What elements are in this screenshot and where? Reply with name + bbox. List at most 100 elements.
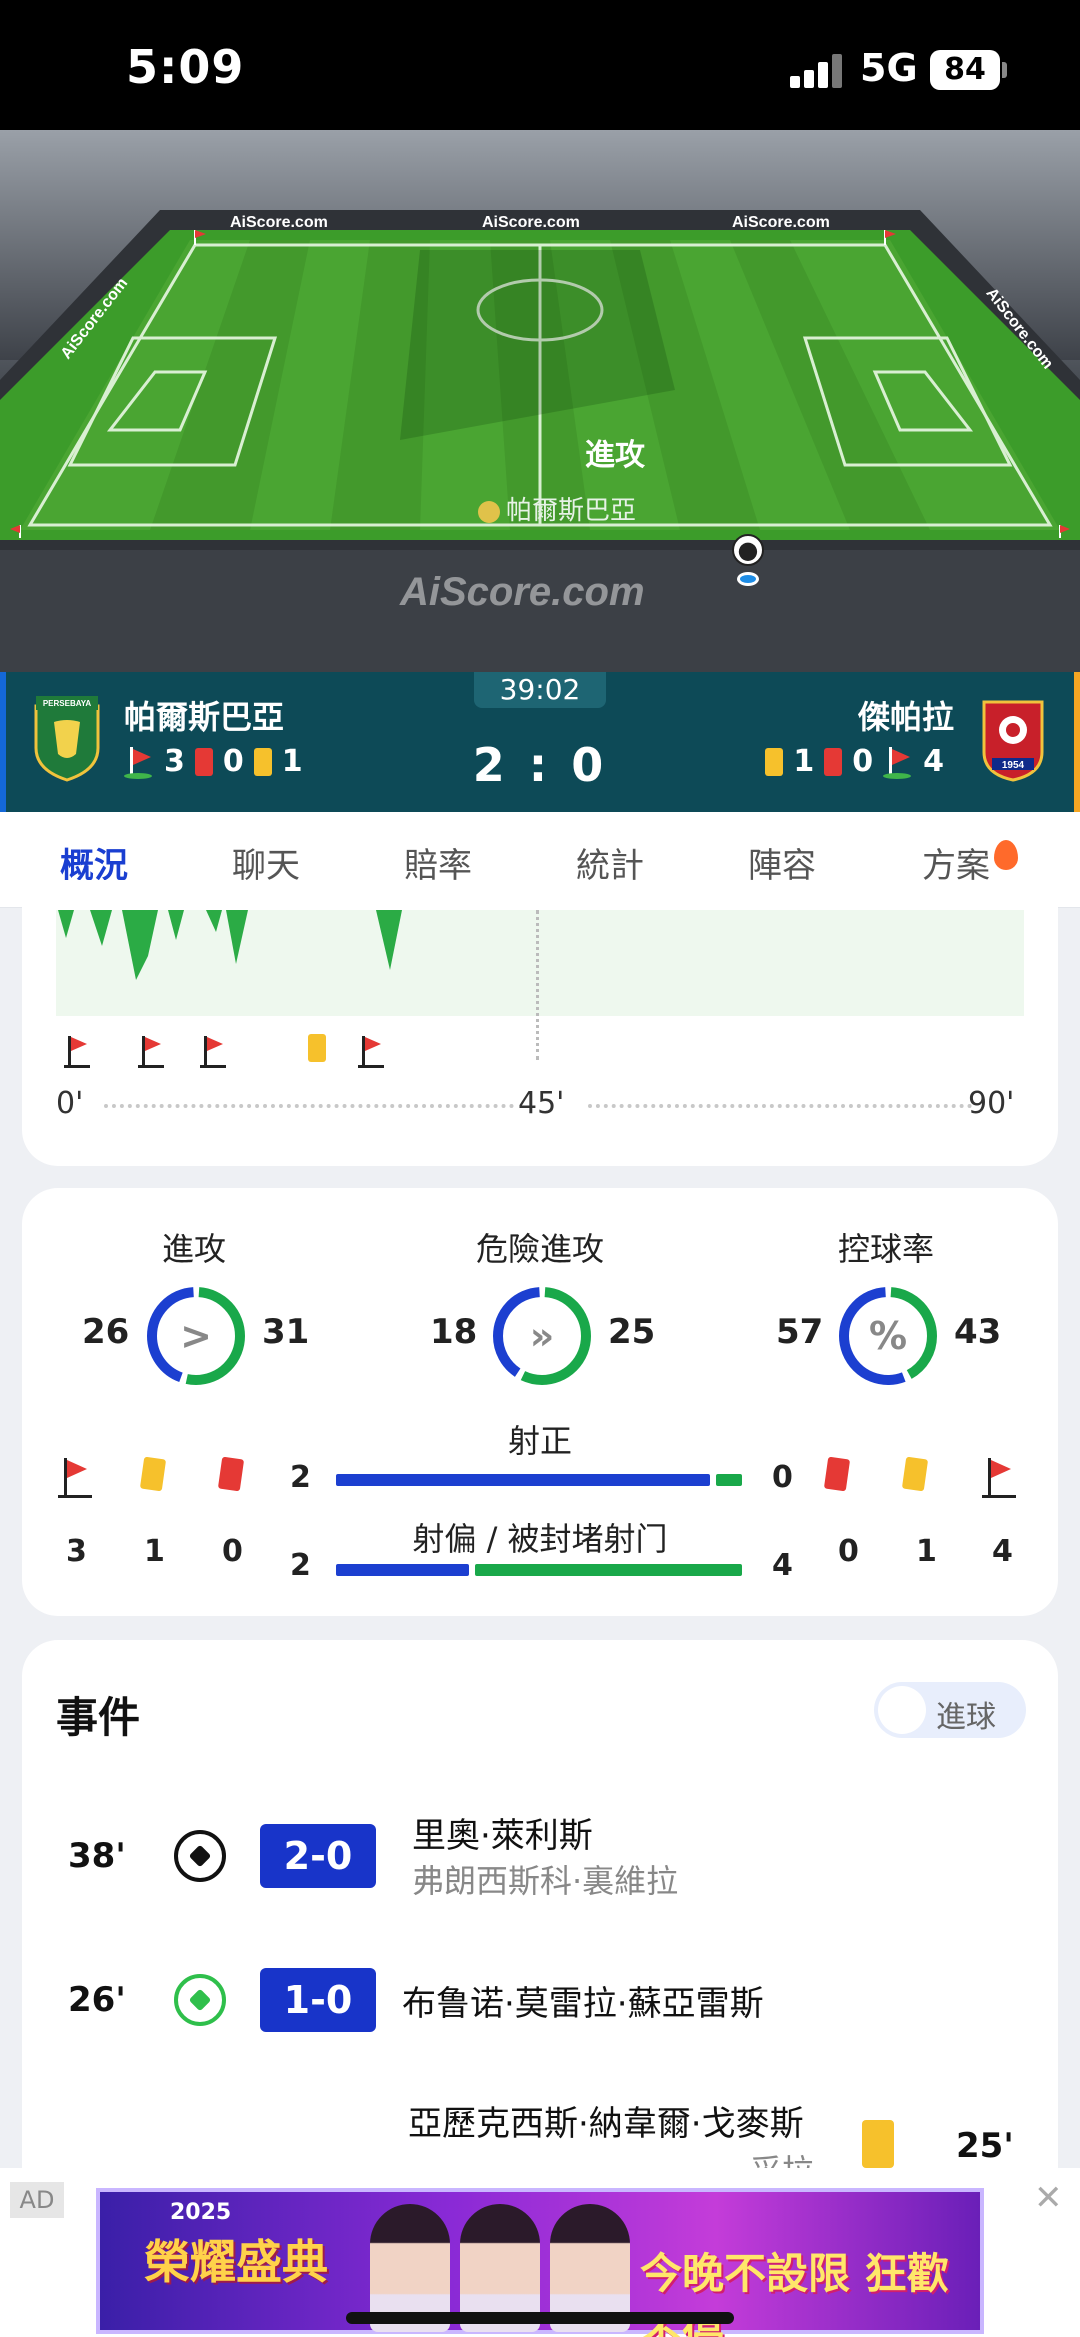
home-indicator[interactable] [346, 2312, 734, 2324]
on-target-home: 2 [290, 1460, 311, 1495]
red-card-icon [194, 747, 213, 776]
on-target-away: 0 [772, 1460, 793, 1495]
timeline-corner-icon [138, 1036, 166, 1068]
team-crest-icon [478, 500, 500, 523]
axis-dots [588, 1104, 972, 1108]
axis-end-label: 90' [968, 1086, 1015, 1121]
match-clock: 39:02 [474, 672, 606, 708]
bar-away-segment [716, 1474, 742, 1486]
off-target-home: 2 [290, 1548, 311, 1583]
event-score-badge: 1-0 [260, 1968, 376, 2032]
away-yellow-cards: 1 [793, 744, 815, 779]
live-pitch[interactable]: AiScore.com AiScore.com AiScore.com AiSc… [0, 130, 1080, 672]
red-card-icon [823, 1456, 851, 1492]
goal-ball-icon [174, 1830, 226, 1882]
away-corners: 4 [923, 744, 944, 779]
away-crest-text: 1954 [1002, 760, 1025, 771]
event-minute: 38' [68, 1836, 126, 1876]
away-color-edge [1074, 672, 1080, 812]
ball-position-marker [737, 572, 759, 586]
attack-state-label: 進攻 [585, 438, 645, 473]
fire-icon [994, 840, 1018, 870]
away-team-name[interactable]: 傑帕拉 [858, 692, 954, 738]
close-icon[interactable]: ✕ [1034, 2178, 1063, 2218]
momentum-card: 0' 45' 90' [22, 880, 1058, 1166]
off-target-bar [336, 1564, 742, 1576]
home-red-cards: 0 [222, 744, 244, 779]
axis-half-label: 45' [518, 1086, 565, 1121]
away-red-total: 0 [838, 1534, 859, 1569]
home-corners: 3 [164, 744, 185, 779]
on-target-title: 射正 [507, 1422, 572, 1460]
stat-possession-away: 43 [954, 1312, 1002, 1352]
home-team-name[interactable]: 帕爾斯巴亞 [124, 692, 284, 738]
attacking-team: 帕爾斯巴亞 [478, 490, 636, 527]
yellow-card-icon [862, 2120, 894, 2168]
away-red-cards: 0 [852, 744, 874, 779]
home-red-total: 0 [222, 1534, 243, 1569]
watermark: AiScore.com [400, 570, 645, 614]
yellow-card-icon [765, 747, 784, 776]
ad-board-text: AiScore.com [732, 214, 830, 231]
events-title: 事件 [56, 1693, 141, 1742]
stats-card: 進攻 26 > 31 危險進攻 18 » 25 控球率 57 % 43 射正 2… [22, 1188, 1058, 1616]
home-yellow-cards: 1 [281, 744, 303, 779]
halftime-line [536, 910, 539, 1060]
stat-dangerous-away: 25 [608, 1312, 656, 1352]
stat-attacks-title: 進攻 [161, 1230, 226, 1268]
event-minute: 26' [68, 1980, 126, 2020]
percent-icon: % [868, 1314, 908, 1358]
ball-icon: ● [732, 534, 764, 566]
event-player[interactable]: 里奧·萊利斯 [412, 1808, 593, 1857]
ad-year: 2025 [170, 2200, 232, 2225]
battery-icon: 84 [930, 50, 1000, 90]
scoreboard: PERSEBAYA 帕爾斯巴亞 傑帕拉 1954 39:02 2 : 0 3 0… [0, 672, 1080, 812]
timeline-corner-icon [358, 1036, 386, 1068]
away-yellow-total: 1 [916, 1534, 937, 1569]
off-target-title: 射偏 / 被封堵射门 [412, 1520, 668, 1558]
corner-flag-icon [982, 1458, 1018, 1498]
attacking-team-name: 帕爾斯巴亞 [506, 496, 637, 526]
home-corners-total: 3 [66, 1534, 87, 1569]
toggle-label: 進球 [936, 1700, 996, 1735]
home-mini-stats: 3 0 1 [124, 744, 313, 779]
momentum-chart [56, 910, 1024, 1016]
corner-flag-icon [58, 1458, 94, 1498]
stat-attacks-away: 31 [262, 1312, 310, 1352]
bar-home-segment [336, 1564, 470, 1576]
yellow-card-icon [139, 1456, 167, 1492]
red-card-icon [217, 1456, 245, 1492]
ad-board-text: AiScore.com [230, 214, 328, 231]
goals-only-toggle[interactable]: 進球 [874, 1682, 1026, 1738]
event-player[interactable]: 布鲁诺·莫雷拉·蘇亞雷斯 [402, 1976, 764, 2025]
event-score-badge: 2-0 [260, 1824, 376, 1888]
bar-away-segment [475, 1564, 742, 1576]
timeline-corner-icon [64, 1036, 92, 1068]
signal-icon [790, 54, 844, 88]
stat-possession-title: 控球率 [837, 1230, 934, 1268]
stat-attacks-home: 26 [82, 1312, 130, 1352]
timeline-corner-icon [200, 1036, 228, 1068]
momentum-graph [58, 910, 402, 980]
off-target-away: 4 [772, 1548, 793, 1583]
event-minute: 25' [956, 2126, 1014, 2166]
home-yellow-total: 1 [144, 1534, 165, 1569]
home-color-edge [0, 672, 6, 812]
event-player[interactable]: 亞歷克西斯·納韋爾·戈麥斯 [408, 2096, 804, 2145]
bar-home-segment [336, 1474, 710, 1486]
yellow-card-icon [901, 1456, 929, 1492]
corner-flag-icon [124, 746, 154, 779]
stat-dangerous-home: 18 [430, 1312, 478, 1352]
event-assist[interactable]: 弗朗西斯科·裏維拉 [412, 1856, 678, 1902]
battery-tip [1002, 62, 1007, 78]
yellow-card-icon [253, 747, 272, 776]
away-crest-icon[interactable]: 1954 [978, 692, 1048, 782]
home-crest-text: PERSEBAYA [43, 699, 92, 708]
stat-dangerous-title: 危險進攻 [475, 1230, 604, 1268]
status-bar: 5:09 5G 84 [0, 0, 1080, 130]
axis-dots [104, 1104, 514, 1108]
goal-ball-icon [174, 1974, 226, 2026]
home-crest-icon[interactable]: PERSEBAYA [32, 692, 102, 782]
match-score: 2 : 0 [472, 738, 608, 792]
on-target-bar [336, 1474, 742, 1486]
